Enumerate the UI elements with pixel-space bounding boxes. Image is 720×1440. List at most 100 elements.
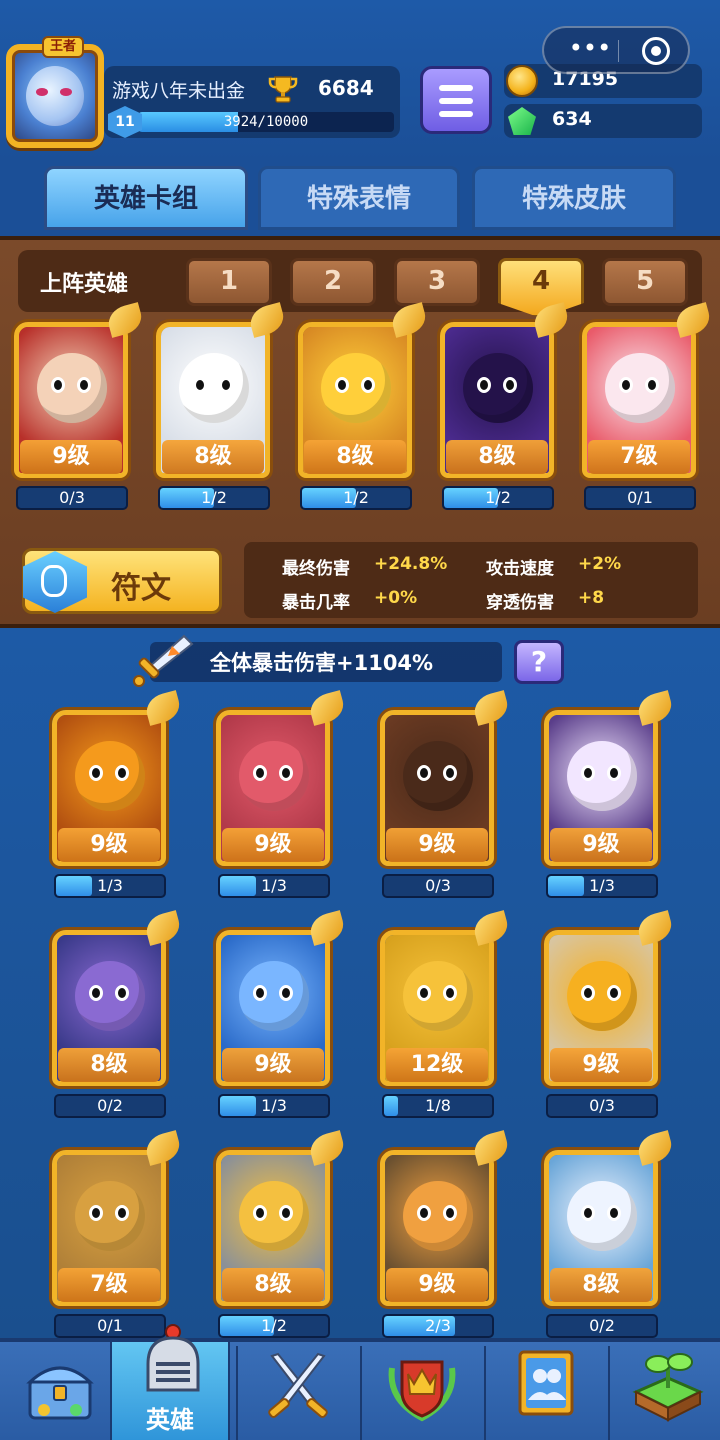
gold-leaf-ornament-icon	[142, 910, 184, 946]
hero-face	[75, 1181, 145, 1251]
stats-panel: 最终伤害 +24.8% 攻击速度 +2% 暴击几率 +0% 穿透伤害 +8	[244, 542, 698, 618]
hero-level: 9级	[386, 828, 488, 862]
player-avatar[interactable]: 王者	[6, 36, 104, 148]
hero-face	[605, 353, 675, 423]
hero-eye	[279, 1205, 293, 1221]
hero-eye	[581, 1205, 595, 1221]
tab-special-emotes[interactable]: 特殊表情	[258, 166, 460, 230]
hero-face	[179, 353, 249, 423]
gold-leaf-ornament-icon	[634, 690, 676, 726]
gem-icon	[508, 107, 536, 135]
hero-card[interactable]: 9级 1/3	[210, 910, 348, 1122]
tab-special-skins[interactable]: 特殊皮肤	[472, 166, 676, 230]
gold-leaf-ornament-icon	[306, 690, 348, 726]
hero-face	[403, 1181, 473, 1251]
hero-eye	[253, 765, 267, 781]
gold-leaf-ornament-icon	[306, 1130, 348, 1166]
gem-counter[interactable]: 634	[504, 104, 702, 138]
deck-tab-1[interactable]: 1	[186, 258, 272, 306]
help-button[interactable]: ?	[514, 640, 564, 684]
avatar-eye-left	[36, 88, 48, 96]
player-header: 王者 游戏八年未出金 6684 3924/10000 11 17195 634 …	[0, 0, 720, 160]
deck-tab-3[interactable]: 3	[394, 258, 480, 306]
nav-social[interactable]	[486, 1342, 606, 1440]
hero-level: 12级	[386, 1048, 488, 1082]
more-options-button[interactable]: •••	[564, 36, 616, 64]
hero-shard-progress-text: 1/2	[201, 488, 227, 507]
tab-hero-deck[interactable]: 英雄卡组	[44, 166, 248, 230]
nav-heroes[interactable]: 英雄	[110, 1324, 230, 1440]
hero-eye	[645, 377, 659, 393]
knight-helmet-icon	[146, 1324, 200, 1392]
nav-chest[interactable]	[0, 1342, 120, 1440]
hero-card[interactable]: 8级 1/2	[150, 302, 288, 514]
hero-card[interactable]: 9级 1/3	[46, 690, 184, 902]
hero-card[interactable]: 8级 0/2	[538, 1130, 676, 1342]
hero-level: 9级	[222, 828, 324, 862]
hero-card[interactable]: 9级 0/3	[374, 690, 512, 902]
hero-shard-progress-text: 0/2	[97, 1096, 123, 1115]
hero-shard-progress-text: 0/3	[589, 1096, 615, 1115]
stat-value-attack-speed: +2%	[578, 554, 622, 574]
nav-rank[interactable]	[362, 1342, 482, 1440]
hero-card[interactable]: 7级 0/1	[46, 1130, 184, 1342]
hero-shard-progress-text: 1/3	[261, 876, 287, 895]
hero-card[interactable]: 9级 1/3	[538, 690, 676, 902]
close-miniprogram-button[interactable]	[642, 37, 670, 65]
hero-card[interactable]: 8级 1/2	[210, 1130, 348, 1342]
hero-card[interactable]: 9级 1/3	[210, 690, 348, 902]
hero-card[interactable]: 8级 1/2	[434, 302, 572, 514]
gold-leaf-ornament-icon	[306, 910, 348, 946]
nav-farm[interactable]	[610, 1342, 720, 1440]
deck-tab-5[interactable]: 5	[602, 258, 688, 306]
hero-shard-progress-text: 1/2	[261, 1316, 287, 1335]
hero-shard-progress: 0/3	[382, 874, 494, 898]
gold-leaf-ornament-icon	[470, 1130, 512, 1166]
hero-card[interactable]: 9级 0/3	[8, 302, 146, 514]
hero-eye	[193, 377, 207, 393]
gold-leaf-ornament-icon	[470, 910, 512, 946]
hero-card[interactable]: 7级 0/1	[576, 302, 714, 514]
menu-button[interactable]	[420, 66, 492, 134]
hero-shard-progress: 1/2	[442, 486, 554, 510]
avatar-eye-right	[60, 88, 72, 96]
hero-face	[403, 741, 473, 811]
hero-face	[239, 961, 309, 1031]
deck-tab-2[interactable]: 2	[290, 258, 376, 306]
hero-eye	[607, 765, 621, 781]
hero-card[interactable]: 12级 1/8	[374, 910, 512, 1122]
hero-eye	[417, 985, 431, 1001]
rune-label: 符文	[111, 571, 171, 606]
hero-shard-progress: 1/8	[382, 1094, 494, 1118]
hero-face	[75, 961, 145, 1031]
hero-card[interactable]: 8级 1/2	[292, 302, 430, 514]
hero-eye	[51, 377, 65, 393]
coin-icon	[506, 65, 538, 97]
hero-eye	[443, 985, 457, 1001]
nav-battle[interactable]	[238, 1342, 358, 1440]
hero-eye	[607, 1205, 621, 1221]
hero-face	[239, 1181, 309, 1251]
hero-card[interactable]: 9级 2/3	[374, 1130, 512, 1342]
hero-level: 9级	[222, 1048, 324, 1082]
hero-level: 9级	[20, 440, 122, 474]
hero-card[interactable]: 9级 0/3	[538, 910, 676, 1122]
hero-level: 8级	[222, 1268, 324, 1302]
hero-eye	[89, 1205, 103, 1221]
miniprogram-capsule: •••	[542, 26, 690, 74]
hero-eye	[417, 765, 431, 781]
hero-face	[567, 741, 637, 811]
avatar-face	[26, 66, 84, 126]
deck-label: 上阵英雄	[40, 272, 129, 297]
hero-eye	[115, 765, 129, 781]
hero-card[interactable]: 8级 0/2	[46, 910, 184, 1122]
hero-face	[75, 741, 145, 811]
rune-button[interactable]: 符文	[22, 548, 222, 614]
sword-icon	[133, 634, 194, 687]
hero-shard-progress: 1/3	[218, 874, 330, 898]
capsule-divider	[618, 40, 619, 62]
rune-icon	[23, 551, 87, 613]
hero-eye	[361, 377, 375, 393]
hero-eye	[77, 377, 91, 393]
trophy-icon	[268, 76, 298, 103]
